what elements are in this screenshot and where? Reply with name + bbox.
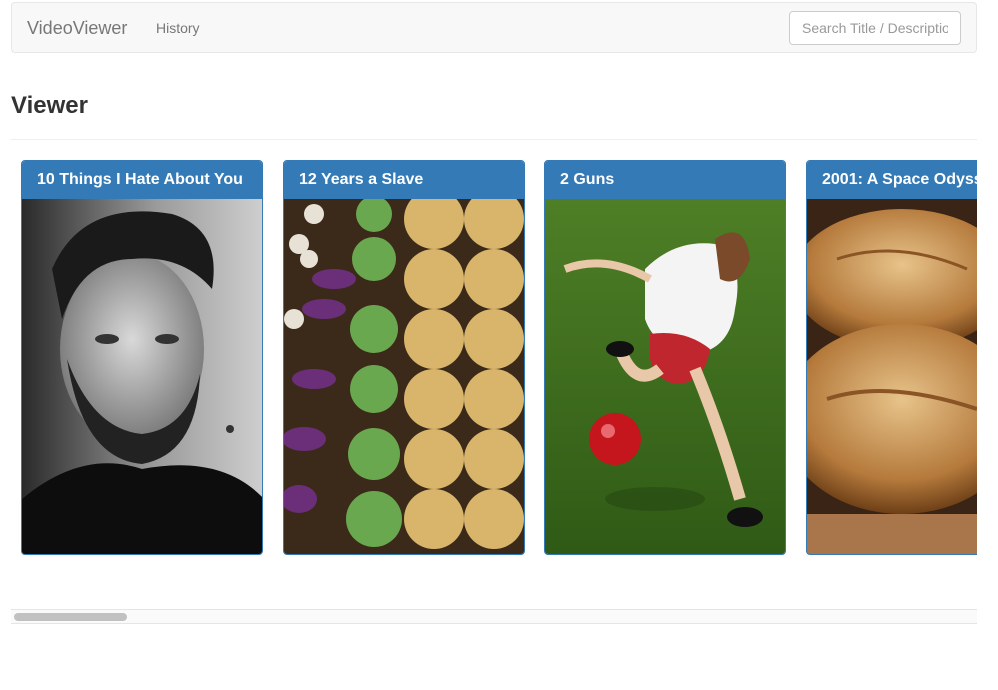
nav-link-history[interactable]: History <box>156 20 200 36</box>
video-card[interactable]: 2001: A Space Odyssey <box>806 160 977 555</box>
soccer-player-image <box>545 199 785 554</box>
page-title: Viewer <box>11 92 88 119</box>
brand-link[interactable]: VideoViewer <box>27 18 127 39</box>
search-input[interactable] <box>789 11 961 45</box>
vegetable-market-image <box>284 199 524 554</box>
video-thumbnail[interactable] <box>807 199 977 554</box>
video-thumbnail[interactable] <box>22 199 262 554</box>
video-card-title[interactable]: 2 Guns <box>545 161 785 199</box>
video-thumbnail[interactable] <box>545 199 785 554</box>
video-thumbnail[interactable] <box>284 199 524 554</box>
video-card[interactable]: 10 Things I Hate About You <box>21 160 263 555</box>
video-scroller[interactable]: 10 Things I Hate About You 12 Years a Sl… <box>11 140 977 610</box>
video-card[interactable]: 2 Guns <box>544 160 786 555</box>
scrollbar-thumb[interactable] <box>14 613 127 621</box>
bearded-man-portrait-image <box>22 199 262 554</box>
bread-loaves-image <box>807 199 977 554</box>
video-card-title[interactable]: 12 Years a Slave <box>284 161 524 199</box>
video-card-title[interactable]: 10 Things I Hate About You <box>22 161 262 199</box>
video-card[interactable]: 12 Years a Slave <box>283 160 525 555</box>
video-card-title[interactable]: 2001: A Space Odyssey <box>807 161 977 199</box>
horizontal-scrollbar[interactable] <box>11 609 977 624</box>
navbar: VideoViewer History <box>11 2 977 53</box>
